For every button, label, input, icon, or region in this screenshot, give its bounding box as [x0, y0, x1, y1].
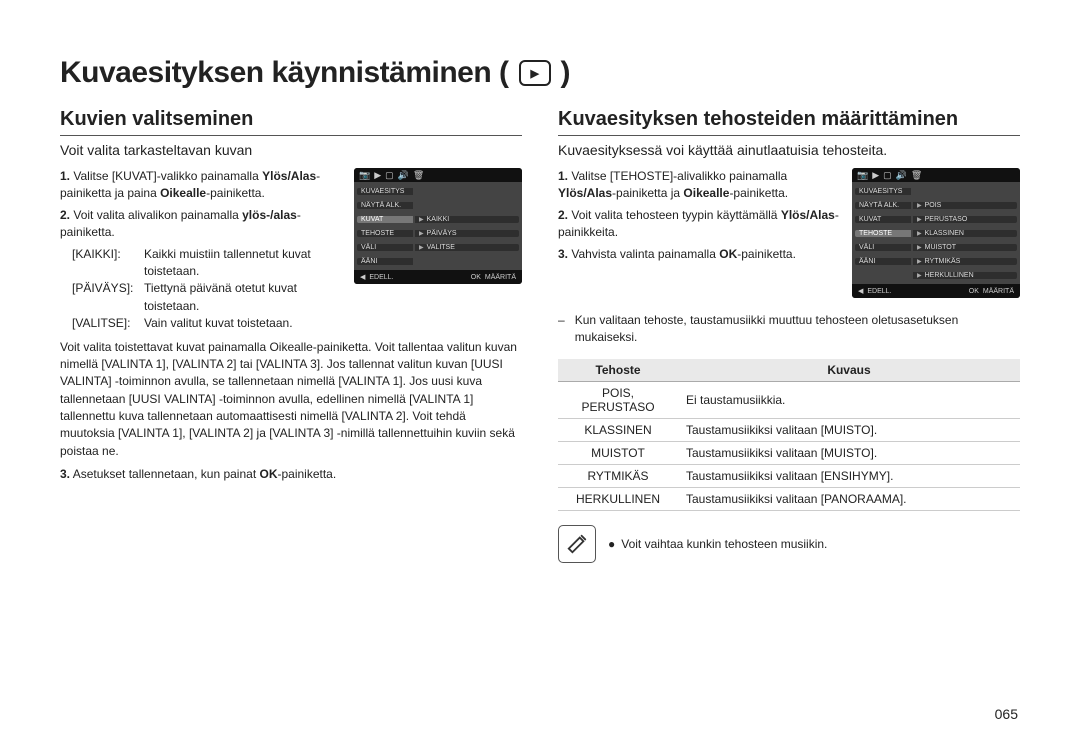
camera-icon: 📷 [857, 170, 868, 181]
tip-text: Voit vaihtaa kunkin tehosteen musiikin. [621, 537, 827, 551]
left-column: Kuvien valitseminen Voit valita tarkaste… [60, 108, 522, 563]
osd-row: VÄLI▶MUISTOT [855, 240, 1017, 254]
table-row: RYTMIKÄSTaustamusiikiksi valitaan [ENSIH… [558, 464, 1020, 487]
osd-row: ÄÄNI▶RYTMIKÄS [855, 254, 1017, 268]
left-instructions: 1. Valitse [KUVAT]-valikko painamalla Yl… [60, 168, 342, 333]
osd-row: KUVAT▶KAIKKI [357, 212, 519, 226]
osd-screenshot-right: 📷 ▶ ▢ 🔊 🗑 KUVAESITYSNÄYTÄ ALK.▶POISKUVAT… [852, 168, 1020, 298]
page-title: Kuvaesityksen käynnistäminen ( ) [60, 56, 1020, 90]
camera-icon: 📷 [359, 170, 370, 181]
left-heading: Kuvien valitseminen [60, 108, 522, 136]
sound-icon: 🔊 [896, 170, 907, 181]
box-icon: ▢ [385, 170, 394, 181]
osd-row: ▶HERKULLINEN [855, 268, 1017, 282]
left-long-paragraph: Voit valita toistettavat kuvat painamall… [60, 339, 522, 461]
osd-row: ÄÄNI [357, 254, 519, 268]
table-row: HERKULLINENTaustamusiikiksi valitaan [PA… [558, 487, 1020, 510]
title-close-paren: ) [561, 56, 571, 90]
right-lead: Kuvaesityksessä voi käyttää ainutlaatuis… [558, 142, 1020, 158]
play-icon: ▶ [872, 170, 879, 181]
osd-row: NÄYTÄ ALK. [357, 198, 519, 212]
osd-row: NÄYTÄ ALK.▶POIS [855, 198, 1017, 212]
table-header-desc: Kuvaus [678, 359, 1020, 382]
right-note: –Kun valitaan tehoste, taustamusiikki mu… [558, 312, 1020, 347]
box-icon: ▢ [883, 170, 892, 181]
table-row: POIS, PERUSTASOEi taustamusiikkia. [558, 381, 1020, 418]
table-row: MUISTOTTaustamusiikiksi valitaan [MUISTO… [558, 441, 1020, 464]
osd-row: KUVAESITYS [357, 184, 519, 198]
osd-row: KUVAT▶PERUSTASO [855, 212, 1017, 226]
table-row: KLASSINENTaustamusiikiksi valitaan [MUIS… [558, 418, 1020, 441]
play-icon: ▶ [374, 170, 381, 181]
title-text: Kuvaesityksen käynnistäminen ( [60, 56, 509, 90]
note-icon [558, 525, 596, 563]
osd-row: VÄLI▶VALITSE [357, 240, 519, 254]
table-header-effect: Tehoste [558, 359, 678, 382]
sound-icon: 🔊 [398, 170, 409, 181]
trash-icon: 🗑 [413, 170, 424, 181]
osd-screenshot-left: 📷 ▶ ▢ 🔊 🗑 KUVAESITYSNÄYTÄ ALK.KUVAT▶KAIK… [354, 168, 522, 333]
osd-row: TEHOSTE▶PÄIVÄYS [357, 226, 519, 240]
page-number: 065 [995, 706, 1018, 722]
osd-row: TEHOSTE▶KLASSINEN [855, 226, 1017, 240]
trash-icon: 🗑 [911, 170, 922, 181]
osd-row: KUVAESITYS [855, 184, 1017, 198]
right-heading: Kuvaesityksen tehosteiden määrittäminen [558, 108, 1020, 136]
slideshow-icon [519, 60, 551, 86]
effects-table: Tehoste Kuvaus POIS, PERUSTASOEi taustam… [558, 359, 1020, 511]
right-column: Kuvaesityksen tehosteiden määrittäminen … [558, 108, 1020, 563]
left-lead: Voit valita tarkasteltavan kuvan [60, 142, 522, 158]
tip-row: ●Voit vaihtaa kunkin tehosteen musiikin. [558, 525, 1020, 563]
right-instructions: 1. Valitse [TEHOSTE]-alivalikko painamal… [558, 168, 840, 298]
